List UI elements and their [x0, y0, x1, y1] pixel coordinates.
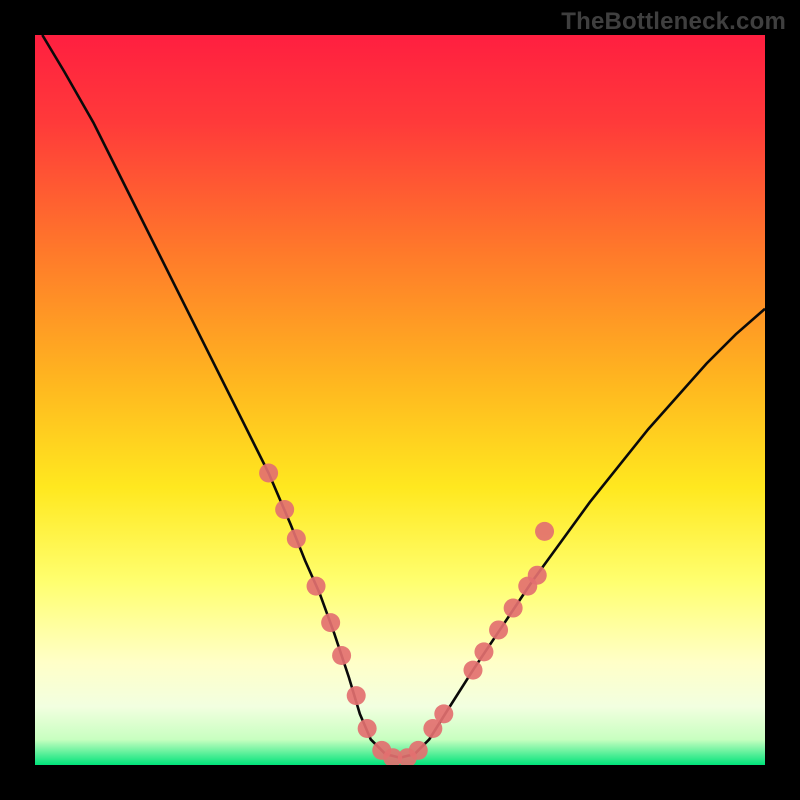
curve-marker: [535, 522, 554, 541]
curve-markers: [259, 464, 554, 766]
watermark-text: TheBottleneck.com: [561, 8, 786, 36]
bottleneck-curve: [35, 35, 765, 765]
curve-marker: [287, 529, 306, 548]
curve-marker: [307, 577, 326, 596]
curve-marker: [434, 704, 453, 723]
curve-marker: [528, 566, 547, 585]
curve-marker: [504, 599, 523, 618]
curve-marker: [489, 620, 508, 639]
curve-marker: [409, 741, 428, 760]
curve-marker: [259, 464, 278, 483]
curve-marker: [321, 613, 340, 632]
curve-marker: [275, 500, 294, 519]
curve-marker: [332, 646, 351, 665]
curve-marker: [474, 642, 493, 661]
curve-marker: [464, 661, 483, 680]
chart-plot-area: [35, 35, 765, 765]
curve-marker: [347, 686, 366, 705]
curve-marker: [358, 719, 377, 738]
